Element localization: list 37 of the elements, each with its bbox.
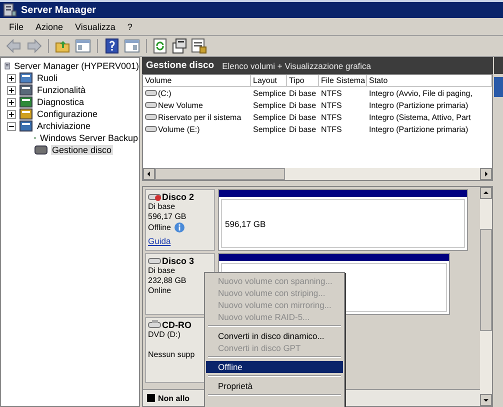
disk-name: Disco 2 bbox=[162, 192, 194, 202]
table-cell: Di base bbox=[289, 112, 316, 122]
table-cell: NTFS bbox=[321, 88, 342, 98]
disk-size: 232,88 GB bbox=[148, 276, 188, 286]
disk-type: DVD (D:) bbox=[148, 330, 182, 340]
partition-label: 596,17 GB bbox=[225, 218, 266, 228]
disk-name: Disco 3 bbox=[162, 256, 194, 266]
panel-title: Gestione disco bbox=[146, 60, 214, 71]
table-cell: Semplice bbox=[253, 124, 286, 134]
table-cell: Di base bbox=[289, 88, 316, 98]
table-cell: Volume (E:) bbox=[158, 124, 200, 134]
table-cell: Integro (Partizione primaria) bbox=[369, 124, 468, 134]
disk-status: Online bbox=[148, 286, 172, 296]
disk-type: Di base bbox=[148, 202, 176, 212]
table-cell: Di base bbox=[289, 100, 316, 110]
disk-size: 596,17 GB bbox=[148, 212, 188, 222]
legend-label: Non allo bbox=[158, 394, 190, 402]
tree-item-label: Server Manager (HYPERV001) bbox=[14, 61, 139, 71]
table-cell: Semplice bbox=[253, 100, 286, 110]
disk-name: CD-RO bbox=[162, 320, 192, 330]
panel-subtitle: Elenco volumi + Visualizzazione grafica bbox=[222, 60, 372, 70]
disk-type: Di base bbox=[148, 266, 176, 276]
table-cell: NTFS bbox=[321, 100, 342, 110]
table-cell: Semplice bbox=[253, 88, 286, 98]
table-cell: NTFS bbox=[321, 112, 342, 122]
table-cell: Riservato per il sistema bbox=[158, 112, 242, 122]
disk-status: Nessun supp bbox=[148, 350, 195, 360]
disk-status: Offline bbox=[148, 222, 171, 232]
window-title: Server Manager bbox=[21, 4, 96, 16]
table-cell: (C:) bbox=[158, 88, 172, 98]
table-cell: Di base bbox=[289, 124, 316, 134]
table-cell: Semplice bbox=[253, 112, 286, 122]
table-cell: Integro (Partizione primaria) bbox=[369, 100, 468, 110]
table-cell: Integro (Sistema, Attivo, Part bbox=[369, 112, 471, 122]
table-cell: Integro (Avvio, File di paging, bbox=[369, 88, 472, 98]
table-cell: NTFS bbox=[321, 124, 342, 134]
table-cell: New Volume bbox=[158, 100, 203, 110]
